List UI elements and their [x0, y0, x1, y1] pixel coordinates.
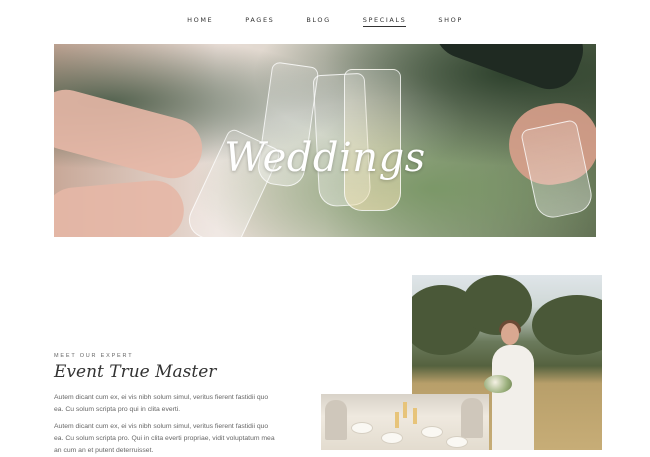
hero-title: Weddings	[224, 134, 426, 181]
photo-bride-dress	[492, 345, 534, 450]
photo-plate	[446, 436, 468, 448]
hero-hand-bottom	[54, 178, 187, 237]
nav-item-blog[interactable]: BLOG	[306, 16, 330, 27]
expert-paragraph-2: Autem dicant cum ex, ei vis nibh solum s…	[54, 423, 275, 454]
photo-tree	[462, 275, 532, 335]
expert-eyebrow: MEET OUR EXPERT	[54, 353, 134, 359]
photo-chair	[325, 400, 347, 440]
photo-plate	[351, 422, 373, 434]
photo-candle	[395, 412, 399, 428]
nav-item-shop[interactable]: SHOP	[438, 16, 462, 27]
table-setting-photo	[321, 394, 489, 450]
nav-item-specials[interactable]: SPECIALS	[362, 16, 407, 27]
hero-bottle	[426, 44, 592, 98]
photo-candle	[413, 408, 417, 424]
photo-candle	[403, 402, 407, 418]
nav-item-pages[interactable]: PAGES	[245, 16, 274, 27]
photo-tree	[532, 295, 602, 355]
expert-title: Event True Master	[54, 362, 217, 382]
photo-plate	[421, 426, 443, 438]
photo-bride-head	[501, 323, 519, 345]
nav-item-home[interactable]: HOME	[187, 16, 213, 27]
hero-image: Weddings	[54, 44, 596, 237]
photo-bouquet	[484, 375, 512, 393]
expert-paragraph-1: Autem dicant cum ex, ei vis nibh solum s…	[54, 394, 269, 413]
main-nav: HOME PAGES BLOG SPECIALS SHOP	[0, 16, 650, 27]
photo-plate	[381, 432, 403, 444]
photo-chair	[461, 398, 483, 438]
